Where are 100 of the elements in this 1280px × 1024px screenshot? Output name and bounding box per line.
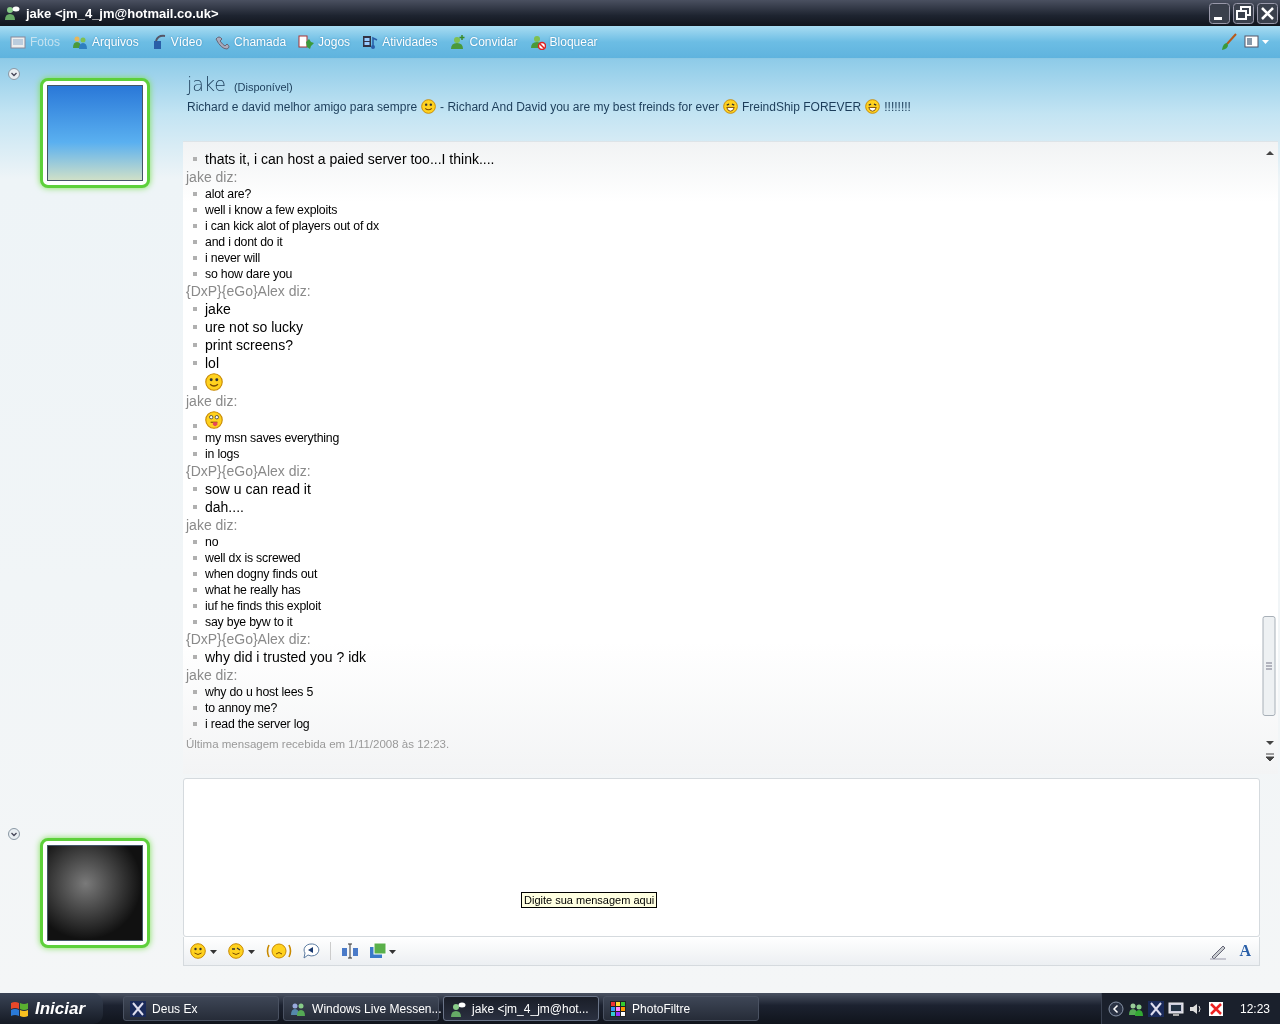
- chat-message: ure not so lucky: [205, 319, 304, 335]
- tooltip: Digite sua mensagem aqui: [521, 892, 658, 908]
- scrollbar-thumb[interactable]: [1262, 616, 1276, 716]
- games-button[interactable]: Jogos: [296, 32, 359, 52]
- palette-grid-icon: [610, 1000, 627, 1017]
- chat-message: no: [205, 535, 219, 549]
- sender-name: {DxP}{eGo}Alex diz:: [186, 630, 312, 648]
- taskbar-button[interactable]: jake <jm_4_jm@hot...: [443, 996, 600, 1021]
- phone-icon: [214, 34, 231, 50]
- x-emblem-icon[interactable]: [1147, 1000, 1164, 1017]
- close-button[interactable]: [1257, 2, 1278, 24]
- text-format-icon[interactable]: [341, 942, 359, 960]
- chat-message: iuf he finds this exploit: [205, 599, 321, 613]
- wink-menu-icon[interactable]: [228, 942, 256, 960]
- smiley-icon: [421, 99, 437, 114]
- chat-message: i can kick alot of players out of dx: [205, 219, 379, 233]
- monitor-icon[interactable]: [1167, 1000, 1184, 1017]
- bullet-marker: [193, 361, 197, 365]
- bullet-marker: [193, 157, 197, 161]
- personal-message-text: - Richard And David you are my best freinds for ever: [440, 99, 719, 114]
- taskbar-button[interactable]: PhotoFiltre: [603, 996, 760, 1021]
- bullet-marker: [193, 690, 197, 694]
- bullet-marker: [193, 192, 197, 196]
- add-person-icon: [449, 34, 466, 50]
- bullet-marker: [193, 224, 197, 228]
- bullet-marker: [193, 256, 197, 260]
- personal-message-text: FreindShip FOREVER: [741, 99, 862, 114]
- people-icon: [72, 34, 88, 50]
- bullet-marker: [193, 620, 197, 624]
- chat-message: i never will: [205, 251, 260, 265]
- clock: 12:23: [1239, 1001, 1270, 1016]
- personal-message-text: !!!!!!!!: [884, 99, 911, 114]
- sender-name: {DxP}{eGo}Alex diz:: [186, 282, 312, 300]
- bullet-marker: [193, 604, 197, 608]
- bullet-marker: [193, 208, 197, 212]
- sender-name: jake diz:: [186, 392, 239, 410]
- bullet-marker: [193, 424, 197, 428]
- paintbrush-icon[interactable]: [1220, 33, 1238, 51]
- files-button[interactable]: Arquivos: [70, 32, 147, 52]
- grinning-smiley-icon: [722, 99, 738, 114]
- sender-name: {DxP}{eGo}Alex diz:: [186, 462, 312, 480]
- chevron-left-icon[interactable]: [1107, 1000, 1124, 1017]
- bullet-marker: [193, 540, 197, 544]
- chat-message: in logs: [205, 447, 240, 461]
- film-music-icon: [362, 34, 379, 50]
- bullet-marker: [193, 588, 197, 592]
- x-emblem-icon: [130, 1000, 147, 1017]
- bullet-marker: [193, 505, 197, 509]
- video-button[interactable]: Vídeo: [148, 32, 211, 52]
- window-title: jake <jm_4_jm@hotmail.co.uk>: [26, 5, 220, 21]
- tongue-smiley-icon: [205, 411, 223, 429]
- bullet-marker: [193, 722, 197, 726]
- call-button[interactable]: Chamada: [212, 32, 295, 52]
- chat-message: thats it, i can host a paied server too...I think....: [205, 151, 495, 167]
- windows-flag-icon: [10, 999, 30, 1018]
- bullet-marker: [193, 307, 197, 311]
- minimize-button[interactable]: [1209, 2, 1230, 24]
- chat-message: well dx is screwed: [205, 551, 301, 565]
- bullet-marker: [193, 655, 197, 659]
- taskbar-button[interactable]: Deus Ex: [123, 996, 280, 1021]
- font-button[interactable]: A: [1237, 942, 1253, 960]
- chat-message: dah....: [205, 499, 244, 515]
- smiley-icon: [205, 373, 223, 391]
- chat-message: when dogny finds out: [205, 567, 318, 581]
- bullet-marker: [193, 386, 197, 390]
- taskbar-button[interactable]: Windows Live Messen...: [283, 996, 440, 1021]
- chat-message: my msn saves everything: [205, 431, 340, 445]
- chat-message: why do u host lees 5: [205, 685, 314, 699]
- bullet-marker: [193, 706, 197, 710]
- chat-message: say bye byw to it: [205, 615, 293, 629]
- bullet-marker: [193, 343, 197, 347]
- bullet-marker: [193, 572, 197, 576]
- activities-button[interactable]: Atividades: [360, 32, 446, 52]
- bullet-marker: [193, 436, 197, 440]
- background-menu-icon[interactable]: [369, 942, 397, 960]
- bullet-marker: [193, 272, 197, 276]
- collapse-button[interactable]: [8, 68, 20, 80]
- chat-message: well i know a few exploits: [205, 203, 338, 217]
- contact-status: (Disponível): [233, 81, 293, 93]
- bullet-marker: [193, 487, 197, 491]
- picture-icon: [10, 34, 26, 50]
- bullet-marker: [193, 325, 197, 329]
- layout-menu-icon[interactable]: [1244, 34, 1272, 50]
- bullet-marker: [193, 240, 197, 244]
- chat-message: i read the server log: [205, 717, 310, 731]
- personal-message-text: Richard e david melhor amigo para sempre: [187, 99, 418, 114]
- sender-name: jake diz:: [186, 516, 239, 534]
- chat-message: sow u can read it: [205, 481, 311, 497]
- message-input[interactable]: Digite sua mensagem aqui: [183, 778, 1260, 937]
- blocked-person-icon: [529, 34, 546, 50]
- messenger-person-icon: [4, 5, 20, 21]
- emoticon-menu-icon[interactable]: [190, 942, 218, 960]
- block-button[interactable]: Bloquear: [527, 32, 606, 52]
- invite-button[interactable]: Convidar: [447, 32, 526, 52]
- collapse-button[interactable]: [8, 828, 20, 840]
- contact-name: jake: [187, 73, 226, 95]
- chat-message: print screens?: [205, 337, 293, 353]
- maximize-button[interactable]: [1233, 2, 1254, 24]
- bullet-marker: [193, 452, 197, 456]
- start-button[interactable]: Iniciar: [0, 993, 104, 1024]
